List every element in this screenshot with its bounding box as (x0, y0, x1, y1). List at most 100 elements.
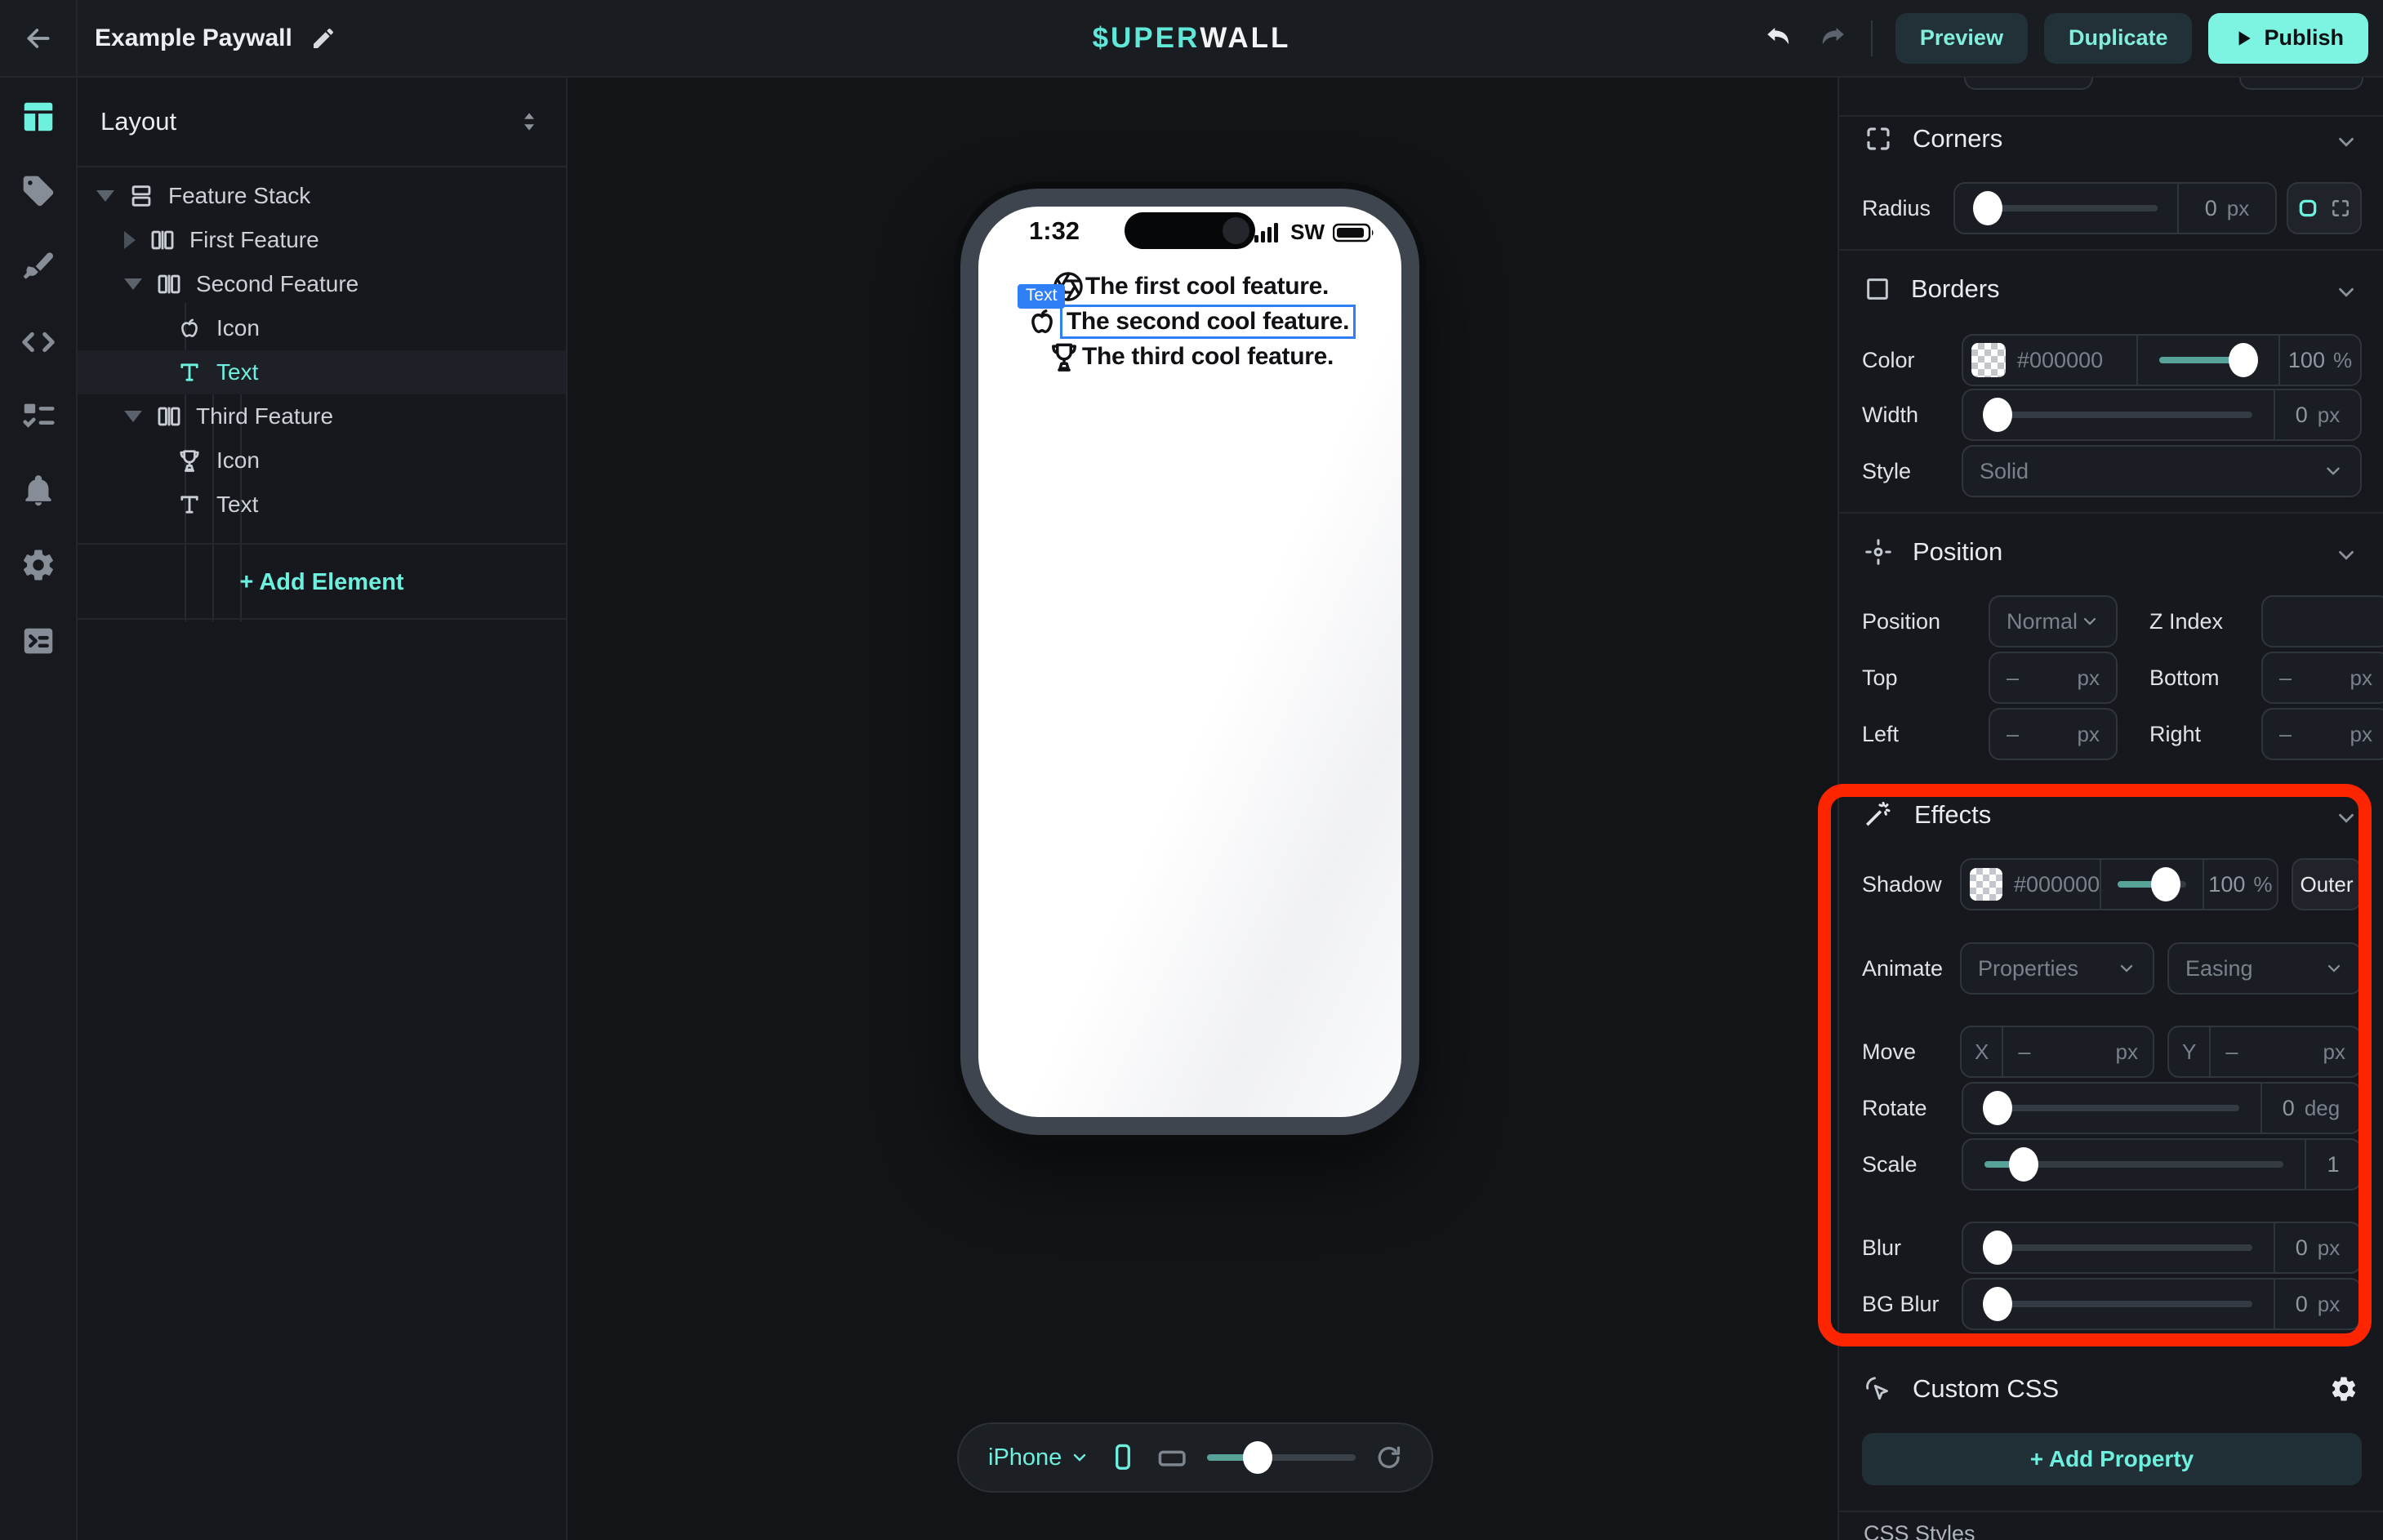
rotate-value[interactable]: 0 (2283, 1096, 2295, 1121)
left-input[interactable]: –px (1989, 708, 2118, 760)
tree-item-feature-stack[interactable]: Feature Stack (78, 174, 566, 218)
rotate-slider-field[interactable]: 0 deg (1962, 1082, 2362, 1134)
blur-thumb[interactable] (1983, 1231, 2012, 1265)
editor-canvas[interactable]: 1:32 SW The first cool feature. The seco… (569, 78, 1837, 1540)
redo-icon[interactable] (1814, 21, 1848, 56)
tree-item-text-2[interactable]: Text (78, 350, 566, 394)
right-label: Right (2149, 722, 2201, 747)
tree-item-text-3[interactable]: Text (78, 483, 566, 527)
code-icon[interactable] (20, 323, 57, 361)
caret-down-icon[interactable] (124, 411, 142, 422)
animate-easing-select[interactable]: Easing (2167, 942, 2362, 995)
feature-text[interactable]: The first cool feature. (1085, 273, 1329, 300)
landscape-mode-icon[interactable] (1156, 1441, 1187, 1474)
scale-thumb[interactable] (2009, 1147, 2038, 1182)
feature-row-1[interactable]: The first cool feature. (1051, 269, 1329, 304)
radius-value[interactable]: 0 (2205, 196, 2217, 221)
collapse-chevron-icon[interactable] (2334, 543, 2359, 567)
scale-value[interactable]: 1 (2327, 1152, 2339, 1177)
add-element-button[interactable]: + Add Element (78, 546, 566, 618)
products-tag-icon[interactable] (20, 173, 56, 209)
feature-row-3[interactable]: The third cool feature. (1046, 339, 1334, 374)
border-width-thumb[interactable] (1983, 398, 2012, 432)
shadow-opacity-thumb[interactable] (2151, 867, 2180, 901)
refresh-icon[interactable] (1375, 1441, 1402, 1474)
radius-slider-field[interactable]: 0 px (1953, 182, 2277, 234)
border-opacity-thumb[interactable] (2229, 343, 2258, 377)
radius-mode-toggle[interactable] (2287, 182, 2362, 234)
zoom-slider-thumb[interactable] (1243, 1441, 1272, 1474)
selected-feature-text[interactable]: The second cool feature. (1060, 305, 1356, 339)
paywall-preview-screen[interactable]: 1:32 SW The first cool feature. The seco… (978, 207, 1401, 1117)
shadow-opacity-value[interactable]: 100 (2208, 872, 2245, 897)
bg-blur-thumb[interactable] (1983, 1287, 2012, 1321)
undo-icon[interactable] (1763, 21, 1797, 56)
shadow-color-field[interactable]: #000000 100 % (1960, 858, 2278, 910)
columns-icon (155, 403, 183, 430)
position-mode-select[interactable]: Normal (1989, 595, 2118, 648)
blur-slider-field[interactable]: 0 px (1962, 1222, 2362, 1274)
feature-row-2[interactable]: The second cool feature. Text (1024, 304, 1356, 339)
color-swatch[interactable] (1970, 868, 2002, 901)
border-width-field[interactable]: 0 px (1962, 389, 2362, 441)
border-color-hex[interactable]: #000000 (2017, 348, 2136, 373)
collapse-chevron-icon[interactable] (2334, 130, 2359, 154)
scale-slider-field[interactable]: 1 (1962, 1138, 2362, 1191)
theme-brush-icon[interactable] (20, 249, 56, 285)
z-index-input[interactable] (2261, 595, 2383, 648)
device-select[interactable]: iPhone (988, 1444, 1089, 1471)
blur-value[interactable]: 0 (2296, 1235, 2308, 1261)
collapse-chevron-icon[interactable] (2334, 280, 2359, 305)
uniform-radius-icon[interactable] (2297, 198, 2318, 219)
shadow-color-hex[interactable]: #000000 (2014, 872, 2100, 897)
animate-properties-select[interactable]: Properties (1960, 942, 2154, 995)
add-property-button[interactable]: + Add Property (1862, 1433, 2362, 1485)
border-style-select[interactable]: Solid (1962, 445, 2362, 497)
shadow-mode-button[interactable]: Outer (2292, 858, 2362, 910)
position-section-title: Position (1913, 537, 2002, 567)
text-icon (176, 358, 203, 386)
radius-slider-thumb[interactable] (1973, 191, 2002, 225)
chevron-down-icon (2323, 461, 2344, 482)
publish-button[interactable]: Publish (2208, 13, 2368, 64)
carrier-label: SW (1290, 220, 1325, 245)
per-corner-radius-icon[interactable] (2330, 198, 2351, 219)
tree-item-icon-3[interactable]: Icon (78, 438, 566, 483)
caret-down-icon[interactable] (96, 190, 114, 202)
move-x-input[interactable]: X – px (1960, 1026, 2154, 1078)
feature-text[interactable]: The third cool feature. (1082, 343, 1334, 371)
canvas-zoom-slider[interactable] (1207, 1454, 1356, 1461)
bg-blur-value[interactable]: 0 (2296, 1292, 2308, 1317)
sort-layers-icon[interactable] (515, 108, 543, 136)
checklist-icon[interactable] (20, 398, 57, 435)
layout-nav-icon[interactable] (20, 98, 57, 136)
tree-item-first-feature[interactable]: First Feature (78, 218, 566, 262)
caret-right-icon[interactable] (124, 231, 136, 249)
tree-item-third-feature[interactable]: Third Feature (78, 394, 566, 438)
css-settings-gear-icon[interactable] (2329, 1374, 2359, 1404)
camera-dot (1223, 217, 1249, 244)
color-swatch[interactable] (1971, 343, 2006, 377)
notifications-bell-icon[interactable] (20, 473, 56, 509)
border-width-value[interactable]: 0 (2296, 403, 2308, 428)
edit-pencil-icon[interactable] (310, 25, 336, 51)
portrait-mode-icon[interactable] (1109, 1439, 1136, 1476)
preview-button[interactable]: Preview (1895, 13, 2028, 64)
bg-blur-slider-field[interactable]: 0 px (1962, 1278, 2362, 1330)
duplicate-button[interactable]: Duplicate (2044, 13, 2193, 64)
rotate-thumb[interactable] (1983, 1091, 2012, 1125)
top-input[interactable]: –px (1989, 652, 2118, 704)
collapse-chevron-icon[interactable] (2334, 806, 2359, 830)
settings-gear-icon[interactable] (20, 546, 57, 584)
caret-down-icon[interactable] (124, 278, 142, 290)
bottom-input[interactable]: –px (2261, 652, 2383, 704)
border-color-field[interactable]: #000000 100 % (1962, 334, 2362, 386)
back-button[interactable] (0, 0, 78, 76)
borders-icon (1864, 275, 1891, 303)
tree-item-second-feature[interactable]: Second Feature (78, 262, 566, 306)
border-opacity-value[interactable]: 100 (2288, 348, 2325, 373)
move-y-input[interactable]: Y – px (2167, 1026, 2362, 1078)
terminal-icon[interactable] (20, 622, 57, 660)
right-input[interactable]: –px (2261, 708, 2383, 760)
tree-item-icon-2[interactable]: Icon (78, 306, 566, 350)
